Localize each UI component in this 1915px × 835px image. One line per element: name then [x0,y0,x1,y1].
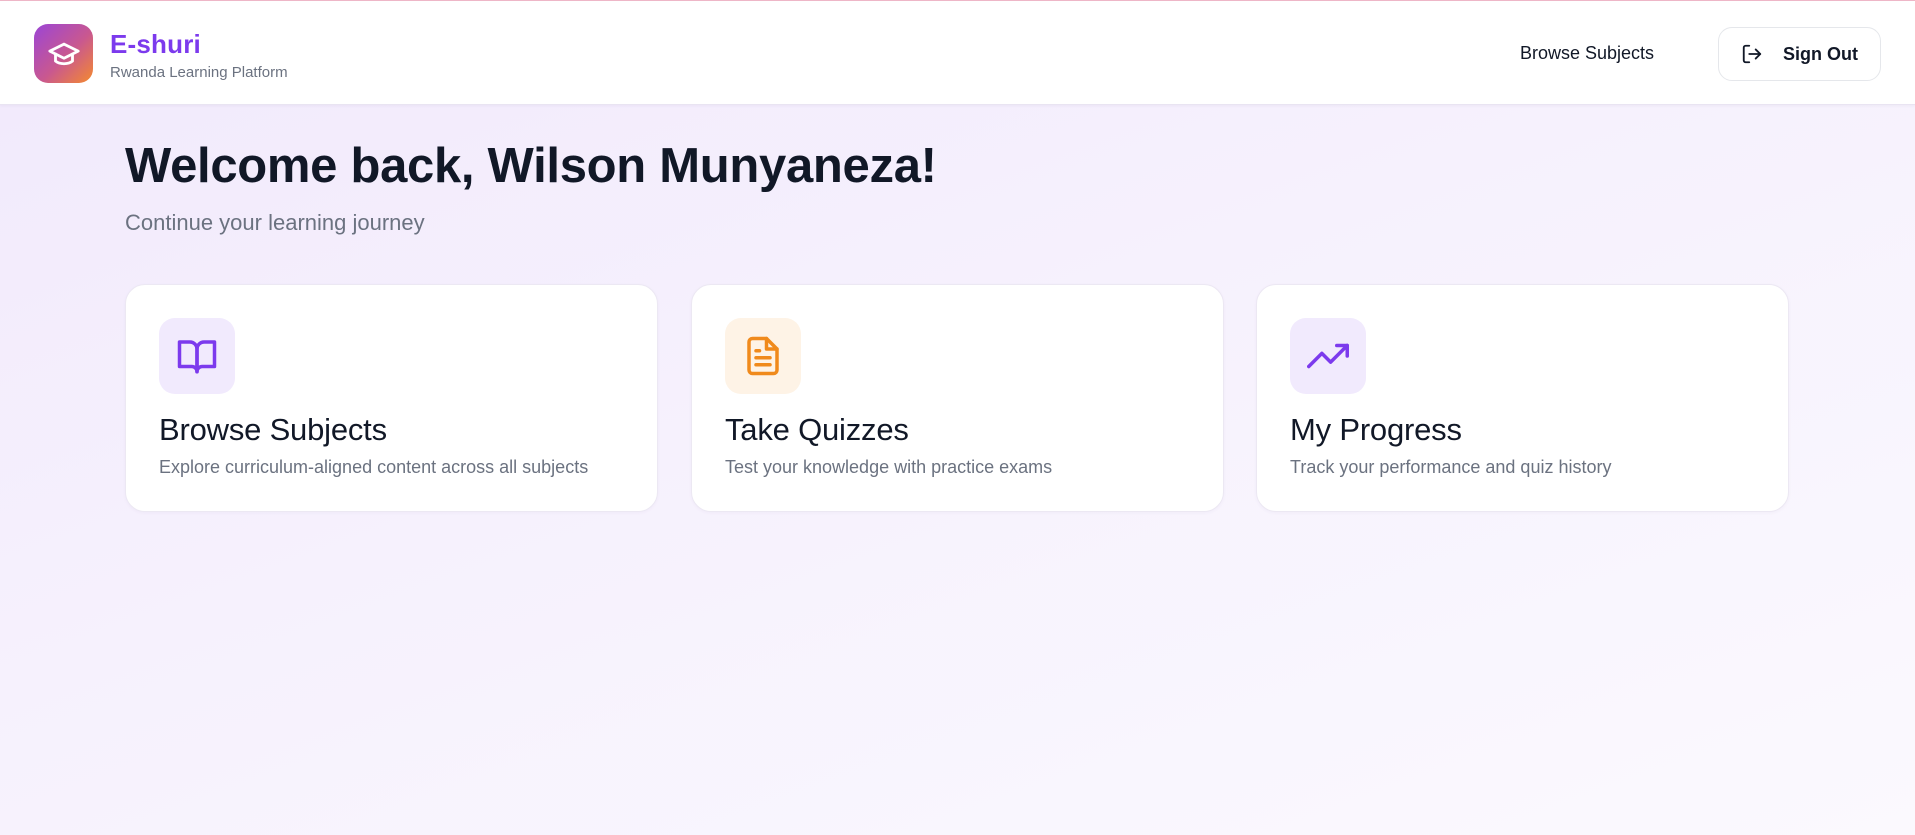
welcome-heading: Welcome back, Wilson Munyaneza! [125,139,937,193]
card-title: Browse Subjects [159,412,387,447]
app-logo[interactable] [34,24,93,83]
log-out-icon [1742,44,1762,64]
sign-out-label: Sign Out [1783,43,1858,64]
card-title: Take Quizzes [725,412,909,447]
nav-browse-subjects-link[interactable]: Browse Subjects [1520,43,1654,64]
card-description: Test your knowledge with practice exams [725,457,1053,477]
card-description: Explore curriculum-aligned content acros… [159,457,589,477]
card-icon-box [725,318,801,394]
card-icon-box [1290,318,1366,394]
graduation-cap-icon [47,42,80,65]
app-name: E-shuri [110,29,201,59]
file-text-icon [747,336,779,376]
trending-up-icon [1307,343,1349,369]
welcome-subtitle: Continue your learning journey [125,210,425,235]
card-take-quizzes[interactable]: Take Quizzes Test your knowledge with pr… [691,284,1224,512]
card-icon-box [159,318,235,394]
book-open-icon [177,340,217,374]
card-description: Track your performance and quiz history [1290,457,1612,477]
card-browse-subjects[interactable]: Browse Subjects Explore curriculum-align… [125,284,658,512]
app-tagline: Rwanda Learning Platform [110,64,288,81]
card-title: My Progress [1290,412,1462,447]
card-my-progress[interactable]: My Progress Track your performance and q… [1256,284,1789,512]
sign-out-button[interactable]: Sign Out [1718,27,1881,81]
top-navbar: E-shuri Rwanda Learning Platform Browse … [0,1,1915,105]
